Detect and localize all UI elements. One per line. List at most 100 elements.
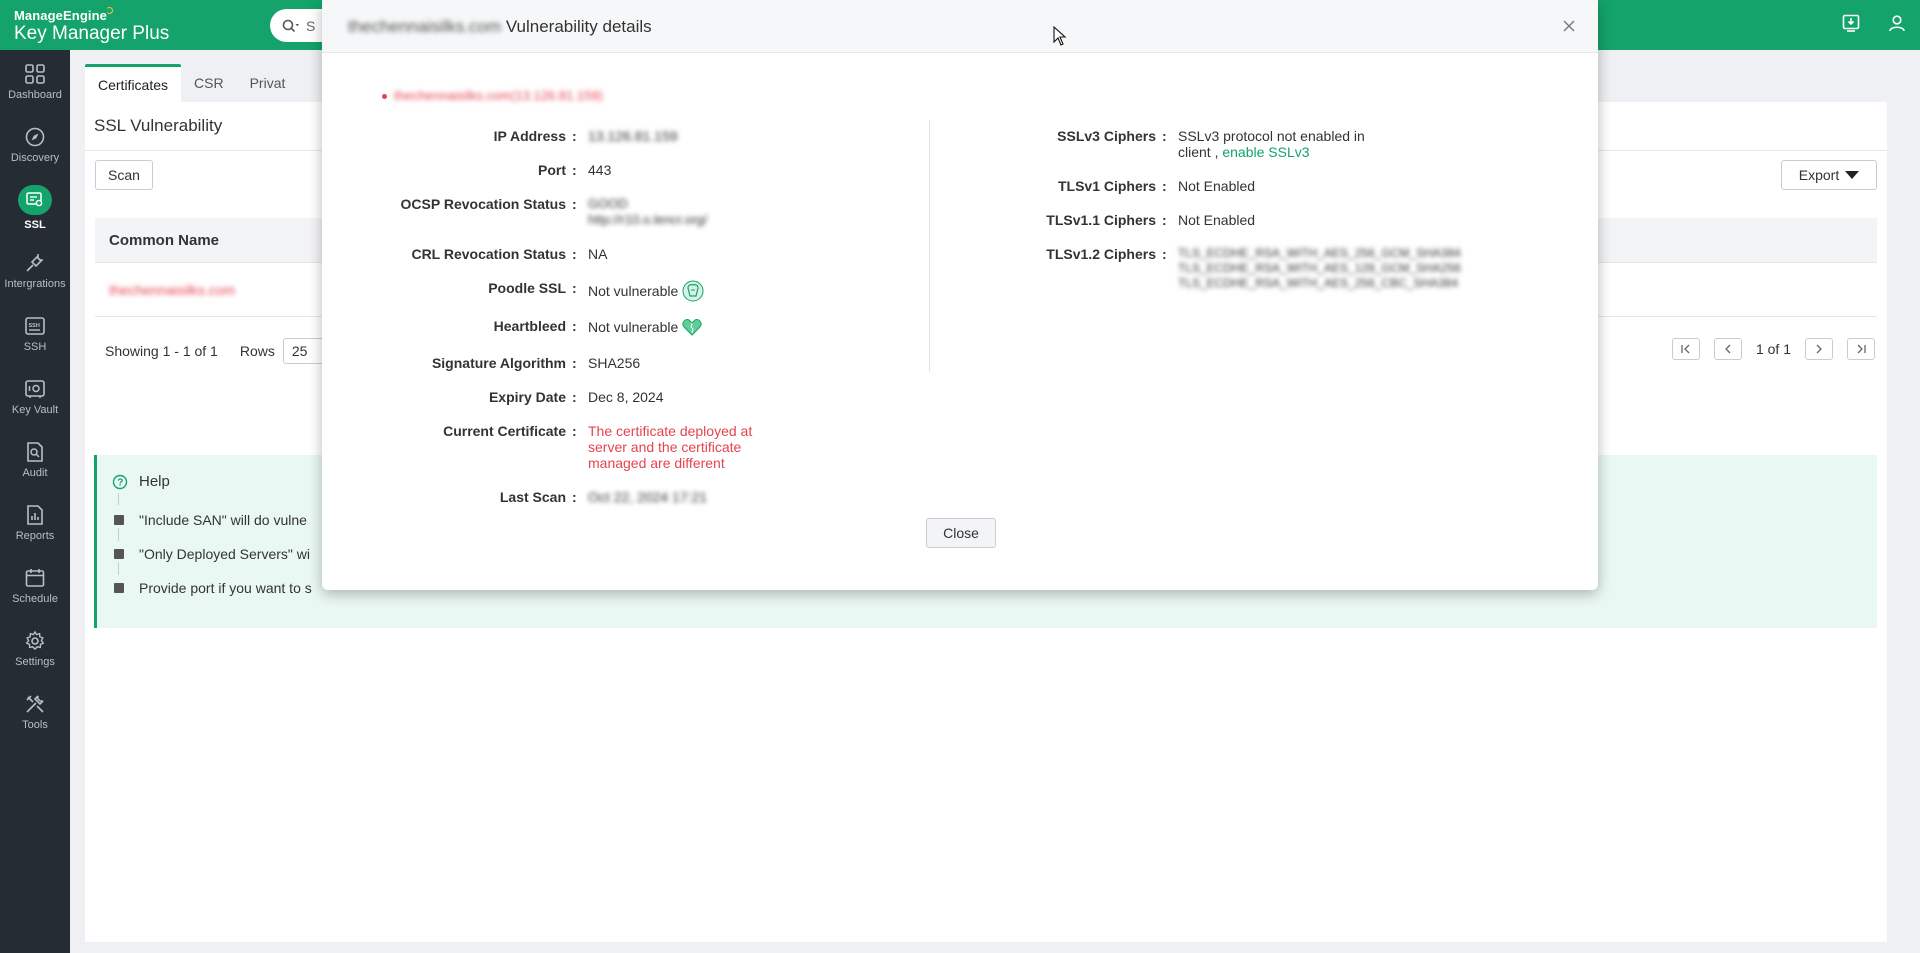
rows-label: Rows xyxy=(239,343,275,359)
tab-certificates[interactable]: Certificates xyxy=(85,64,182,102)
help-connector xyxy=(118,528,119,541)
chevron-right-icon xyxy=(1816,344,1822,354)
brand-company: ManageEngine xyxy=(14,8,107,23)
sidebar-item-dashboard[interactable]: Dashboard xyxy=(0,50,70,113)
gear-icon xyxy=(25,630,45,650)
host-link[interactable]: thechennaisilks.com xyxy=(394,88,511,103)
sidebar-label: Settings xyxy=(15,655,55,668)
sidebar-label: SSL xyxy=(24,218,46,231)
last-scan-value: Oct 22, 2024 17:21 xyxy=(588,489,708,505)
plug-icon xyxy=(26,253,43,272)
sidebar-item-ssl[interactable]: SSL xyxy=(0,176,70,239)
tlsv11-value: Not Enabled xyxy=(1178,212,1256,228)
heart-icon xyxy=(682,319,702,336)
sidebar-label: Key Vault xyxy=(11,403,59,416)
rows-per-page-select[interactable]: 25 xyxy=(282,338,327,364)
crl-row: CRL Revocation Status: NA xyxy=(322,246,607,262)
sidebar-item-integrations[interactable]: Intergrations xyxy=(0,239,70,302)
user-icon[interactable] xyxy=(1888,14,1906,32)
close-button[interactable]: Close xyxy=(926,518,996,548)
ssh-icon: SSH xyxy=(25,316,45,335)
signature-algorithm-value: SHA256 xyxy=(588,355,641,371)
certificate-icon xyxy=(26,191,43,206)
sidebar-label: Intergrations xyxy=(4,277,66,290)
help-bullet xyxy=(114,549,124,559)
scan-button[interactable]: Scan xyxy=(95,160,153,190)
last-page-button[interactable] xyxy=(1847,338,1875,360)
field-label: SSLv3 Ciphers xyxy=(1057,128,1156,144)
brand-logo[interactable]: ManageEngine Key Manager Plus xyxy=(14,7,169,45)
chevron-left-icon xyxy=(1725,344,1731,354)
field-label: Signature Algorithm xyxy=(431,355,566,371)
host-entry: thechennaisilks.com(13.126.81.159) xyxy=(382,88,603,103)
signature-algorithm-row: Signature Algorithm: SHA256 xyxy=(322,355,640,371)
field-label: Port xyxy=(538,162,566,178)
sidebar-label: Audit xyxy=(22,466,48,479)
tlsv12-cipher: TLS_ECDHE_RSA_WITH_AES_256_CBC_SHA384 xyxy=(1178,276,1459,290)
sslv3-value: SSLv3 protocol not enabled in xyxy=(1178,128,1365,144)
common-name-link[interactable]: thechennaisilks.com xyxy=(109,282,235,298)
help-bullet xyxy=(114,583,124,593)
first-page-button[interactable] xyxy=(1671,338,1700,360)
tools-icon xyxy=(26,694,44,713)
download-agent-icon[interactable] xyxy=(1842,14,1860,32)
sidebar-item-schedule[interactable]: Schedule xyxy=(0,554,70,617)
page-title: SSL Vulnerability xyxy=(94,116,223,135)
help-item: "Only Deployed Servers" wi xyxy=(139,546,311,562)
sidebar-item-discovery[interactable]: Discovery xyxy=(0,113,70,176)
svg-text:?: ? xyxy=(117,478,123,489)
help-icon: ? xyxy=(112,474,128,490)
expiry-date-row: Expiry Date: Dec 8, 2024 xyxy=(322,389,664,405)
sidebar-label: Discovery xyxy=(10,151,60,164)
export-button[interactable]: Export xyxy=(1781,160,1877,190)
heartbleed-row: Heartbleed: Not vulnerable xyxy=(322,318,702,336)
heartbleed-value: Not vulnerable xyxy=(588,319,679,335)
crl-value: NA xyxy=(588,246,608,262)
export-label: Export xyxy=(1798,167,1840,183)
prev-page-button[interactable] xyxy=(1713,338,1742,360)
ip-address-row: IP Address: 13.126.81.159 xyxy=(322,128,678,144)
tab-private-keys[interactable]: Privat xyxy=(237,64,299,102)
field-label: OCSP Revocation Status xyxy=(400,196,566,212)
ocsp-url-value: http://r10.o.lencr.org/ xyxy=(588,212,708,227)
field-label: TLSv1.2 Ciphers xyxy=(1046,246,1156,262)
bullet xyxy=(382,94,387,100)
sidebar-item-settings[interactable]: Settings xyxy=(0,617,70,680)
modal-title-host: thechennaisilks.com xyxy=(348,17,502,36)
modal-title-text: Vulnerability details xyxy=(505,17,652,36)
enable-sslv3-link[interactable]: enable SSLv3 xyxy=(1222,144,1309,160)
reports-icon xyxy=(27,504,43,525)
sidebar-label: Dashboard xyxy=(8,88,62,101)
modal-title: thechennaisilks.com Vulnerability detail… xyxy=(348,17,652,37)
sidebar-item-tools[interactable]: Tools xyxy=(0,680,70,743)
poodle-value: Not vulnerable xyxy=(588,283,679,299)
help-title: Help xyxy=(139,473,170,490)
search-icon xyxy=(282,19,299,32)
sidebar-item-key-vault[interactable]: Key Vault xyxy=(0,365,70,428)
next-page-button[interactable] xyxy=(1805,338,1833,360)
port-value: 443 xyxy=(588,162,612,178)
last-page-icon xyxy=(1857,344,1866,354)
vault-icon xyxy=(25,379,45,398)
last-scan-row: Last Scan: Oct 22, 2024 17:21 xyxy=(322,489,707,505)
tlsv1-value: Not Enabled xyxy=(1178,178,1256,194)
pagination-summary: Showing 1 - 1 of 1 Rows 25 xyxy=(105,338,327,364)
sidebar-label: Schedule xyxy=(12,592,58,605)
modal-header: thechennaisilks.com Vulnerability detail… xyxy=(322,0,1598,53)
column-common-name[interactable]: Common Name xyxy=(109,232,219,249)
vulnerability-details-modal: thechennaisilks.com Vulnerability detail… xyxy=(322,0,1598,590)
poodle-shield-icon xyxy=(682,280,704,302)
brand-arc-icon xyxy=(105,7,113,14)
sidebar-item-audit[interactable]: Audit xyxy=(0,428,70,491)
close-icon[interactable] xyxy=(1562,19,1576,33)
audit-icon xyxy=(27,441,43,462)
tab-csr[interactable]: CSR xyxy=(181,64,237,102)
help-bullet xyxy=(114,515,124,525)
current-certificate-value: managed are different xyxy=(588,455,725,471)
mouse-cursor-icon xyxy=(1053,26,1067,46)
sidebar-item-ssh[interactable]: SSH SSH xyxy=(0,302,70,365)
field-label: TLSv1 Ciphers xyxy=(1057,178,1156,194)
current-certificate-value: The certificate deployed at xyxy=(588,423,753,439)
expiry-date-value: Dec 8, 2024 xyxy=(588,389,664,405)
sidebar-item-reports[interactable]: Reports xyxy=(0,491,70,554)
